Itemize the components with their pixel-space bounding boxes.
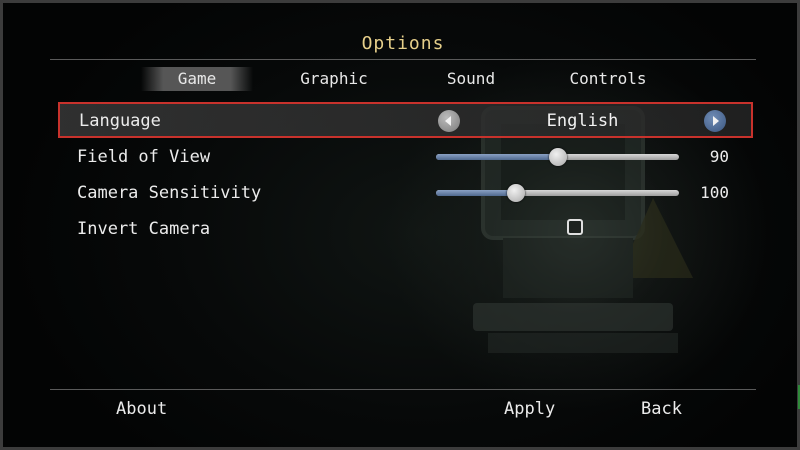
camera-sensitivity-slider-fill [436, 190, 517, 196]
back-button[interactable]: Back [641, 397, 682, 421]
language-value: English [546, 111, 619, 131]
tab-game[interactable]: Game [141, 67, 253, 91]
about-button[interactable]: About [116, 397, 167, 421]
camera-sensitivity-label: Camera Sensitivity [77, 183, 262, 203]
footer-divider [50, 389, 756, 390]
field-of-view-slider-knob[interactable] [548, 148, 567, 166]
camera-sensitivity-row: Camera Sensitivity 100 [58, 175, 753, 211]
options-screen: Options Game Graphic Sound Controls Lang… [0, 0, 800, 450]
page-title: Options [361, 33, 445, 54]
tab-sound[interactable]: Sound [428, 67, 514, 91]
camera-sensitivity-value: 100 [700, 183, 729, 202]
language-label: Language [79, 111, 161, 131]
camera-sensitivity-slider-knob[interactable] [507, 184, 526, 202]
invert-camera-row: Invert Camera [58, 211, 753, 247]
language-setting-row[interactable]: Language English [58, 102, 753, 138]
arrow-right-icon[interactable] [704, 110, 726, 132]
field-of-view-value: 90 [709, 147, 729, 166]
field-of-view-slider[interactable] [436, 148, 679, 166]
field-of-view-label: Field of View [77, 147, 211, 167]
tab-bar: Game Graphic Sound Controls [3, 67, 800, 91]
tab-controls[interactable]: Controls [558, 67, 658, 91]
apply-button[interactable]: Apply [504, 397, 555, 421]
title-divider [50, 59, 756, 60]
invert-camera-label: Invert Camera [77, 219, 211, 239]
camera-sensitivity-slider[interactable] [436, 184, 679, 202]
tab-graphic[interactable]: Graphic [283, 67, 385, 91]
invert-camera-checkbox[interactable] [567, 219, 583, 235]
arrow-left-icon[interactable] [438, 110, 460, 132]
field-of-view-row: Field of View 90 [58, 139, 753, 175]
field-of-view-slider-fill [436, 154, 558, 160]
